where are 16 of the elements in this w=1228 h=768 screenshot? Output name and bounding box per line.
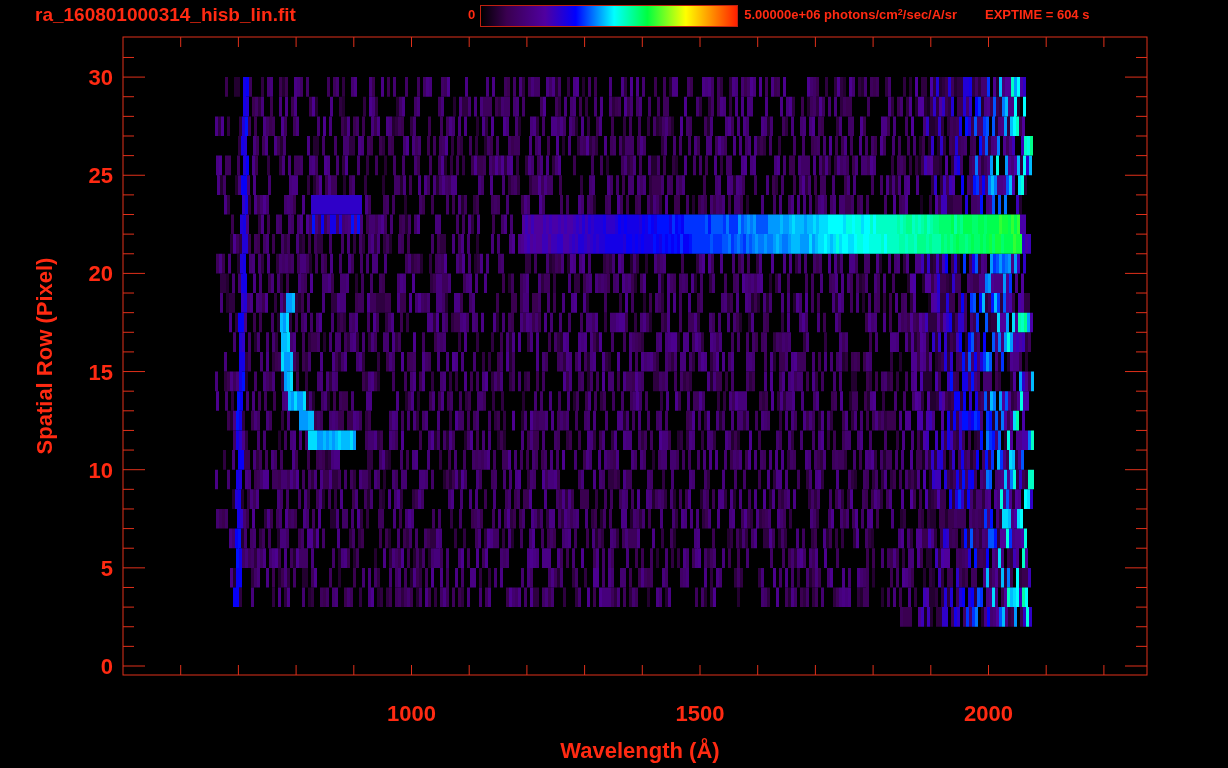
colorbar-max-label: 5.00000e+06 photons/cm$^{2}$/sec/A/sr	[744, 5, 957, 25]
y-axis-label: Spatial Row (Pixel)	[32, 257, 57, 455]
y-tick-label: 20	[88, 261, 113, 287]
x-tick-label: 1000	[387, 701, 436, 726]
colorbar-min-label: 0	[468, 6, 476, 25]
y-tick-label: 5	[100, 555, 113, 581]
y-tick-label: 30	[88, 65, 113, 91]
y-tick-label: 10	[88, 457, 113, 483]
exposure-time-label: EXPTIME = 604 s	[985, 6, 1090, 25]
x-tick-label: 2000	[964, 701, 1013, 726]
y-tick-label: 25	[88, 163, 113, 189]
x-axis-label: Wavelength (Å)	[560, 738, 720, 763]
file-title: ra_160801000314_hisb_lin.fit	[35, 2, 297, 27]
x-tick-label: 1500	[675, 701, 725, 726]
y-tick-label: 15	[88, 359, 113, 385]
y-tick-label: 0	[100, 654, 113, 679]
